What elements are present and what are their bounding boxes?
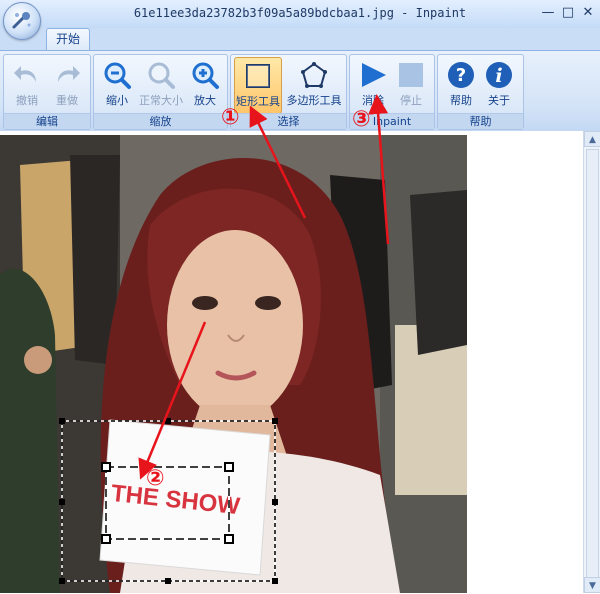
help-icon: ? [448, 62, 474, 88]
photo-illustration: THE SHOW [0, 135, 467, 593]
group-edit-label: 编辑 [4, 113, 90, 129]
scroll-down-arrow[interactable]: ▼ [584, 577, 600, 593]
polygon-select-icon [301, 62, 327, 88]
window-title: 61e11ee3da23782b3f09a5a89bdcbaa1.jpg - I… [133, 6, 467, 20]
stop-button[interactable]: 停止 [388, 57, 434, 112]
group-help-label: 帮助 [438, 113, 523, 129]
group-edit: 撤销 重做 编辑 [3, 54, 91, 130]
about-button[interactable]: i 关于 [476, 57, 522, 112]
photo[interactable]: THE SHOW [0, 135, 467, 593]
group-select: 矩形工具 多边形工具 选择 [230, 54, 347, 130]
scrollbar-thumb[interactable] [586, 149, 599, 579]
play-icon [362, 63, 386, 87]
zoom-out-icon [104, 62, 131, 89]
about-label: 关于 [488, 94, 510, 107]
rect-tool-button[interactable]: 矩形工具 [234, 57, 282, 114]
stop-icon [399, 63, 423, 87]
group-zoom-label: 缩放 [94, 113, 227, 129]
ribbon: 撤销 重做 编辑 缩小 正常大小 放大 缩放 矩形工具 多边形工具 选择 消除 … [0, 50, 600, 132]
undo-icon [14, 66, 36, 82]
redo-icon [58, 66, 80, 82]
rect-tool-label: 矩形工具 [236, 95, 280, 108]
svg-text:?: ? [456, 65, 466, 86]
application-menu-button[interactable] [3, 2, 41, 40]
rectangle-select-icon [246, 64, 270, 88]
zoom-in-button[interactable]: 放大 [182, 57, 228, 112]
group-select-label: 选择 [231, 113, 346, 129]
minimize-button[interactable]: — [540, 5, 556, 21]
zoom-in-icon [192, 62, 219, 89]
group-inpaint-label: Inpaint [350, 113, 434, 129]
group-help: ? 帮助 i 关于 帮助 [437, 54, 524, 130]
ribbon-tab-strip [0, 28, 600, 50]
polygon-tool-button[interactable]: 多边形工具 [287, 57, 342, 112]
app-logo-icon [12, 12, 31, 29]
group-zoom: 缩小 正常大小 放大 缩放 [93, 54, 228, 130]
close-button[interactable]: ✕ [580, 5, 596, 21]
svg-text:i: i [495, 65, 502, 87]
redo-button[interactable]: 重做 [44, 57, 90, 112]
tab-home[interactable]: 开始 [46, 28, 90, 51]
actual-size-icon [148, 62, 175, 89]
info-icon: i [486, 62, 512, 88]
group-inpaint: 消除 停止 Inpaint [349, 54, 435, 130]
vertical-scrollbar[interactable]: ▲ ▼ [583, 131, 600, 593]
title-bar: 61e11ee3da23782b3f09a5a89bdcbaa1.jpg - I… [0, 0, 600, 29]
maximize-button[interactable]: □ [560, 5, 576, 21]
polygon-tool-label: 多边形工具 [286, 94, 342, 107]
scroll-up-arrow[interactable]: ▲ [584, 131, 600, 147]
